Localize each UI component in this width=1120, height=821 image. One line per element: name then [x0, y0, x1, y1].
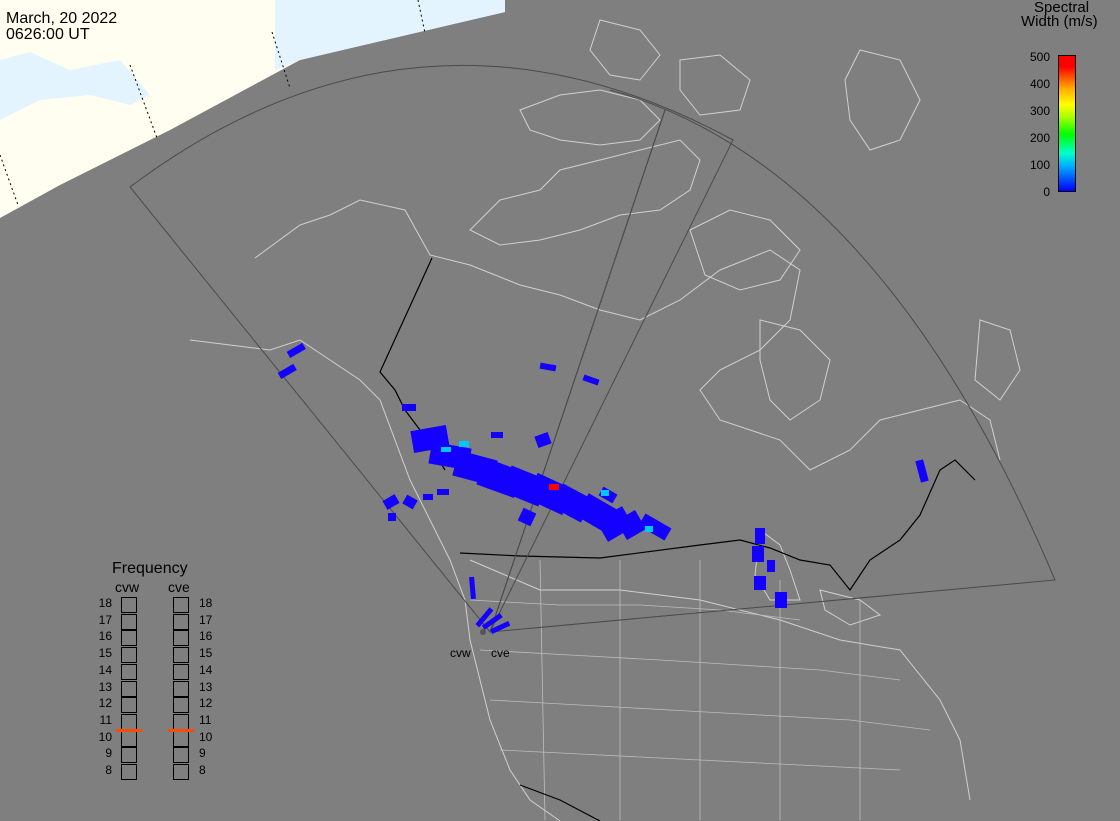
- frequency-scale-label: 8: [105, 763, 112, 777]
- frequency-box-cve: [173, 630, 189, 647]
- frequency-scale-label: 17: [199, 612, 213, 627]
- frequency-box-cve: [173, 663, 189, 680]
- frequency-radar-label-cvw: cvw: [115, 579, 140, 595]
- frequency-box-cvw: [121, 713, 137, 730]
- date-label: March, 20 2022: [6, 10, 118, 27]
- state-borders: [469, 559, 931, 821]
- frequency-box-cve: [173, 613, 189, 630]
- frequency-box-cvw: [121, 697, 137, 714]
- frequency-box-cve: [173, 764, 189, 780]
- frequency-box-cve: [173, 697, 189, 714]
- frequency-scale-label: 17: [98, 612, 112, 627]
- colorbar-tick-label: 500: [1029, 50, 1050, 64]
- time-label: 0626:00 UT: [6, 26, 90, 43]
- frequency-marker-cve: [168, 729, 194, 733]
- frequency-box-cve: [173, 597, 189, 613]
- colorbar-tick-label: 300: [1029, 104, 1050, 118]
- frequency-title: Frequency: [112, 560, 188, 577]
- national-borders: [379, 257, 976, 821]
- frequency-scale-label: 16: [98, 629, 112, 644]
- frequency-box-cve: [173, 647, 189, 664]
- frequency-box-cvw: [121, 613, 137, 630]
- frequency-box-cvw: [121, 647, 137, 664]
- frequency-scale-label: 11: [199, 712, 212, 727]
- frequency-scale-label: 9: [199, 746, 206, 761]
- frequency-box-cve: [173, 680, 189, 697]
- map-canvas: [0, 0, 1056, 821]
- frequency-scale-label: 10: [98, 729, 112, 744]
- radar-site-label-cvw: cvw: [450, 646, 471, 660]
- frequency-scale-label: 14: [199, 662, 213, 677]
- frequency-box-cve: [173, 713, 189, 730]
- frequency-box-cve: [173, 747, 189, 764]
- frequency-box-cve: [173, 730, 189, 747]
- frequency-box-cvw: [121, 597, 137, 613]
- frequency-scale-label: 15: [98, 646, 112, 661]
- frequency-scale-label: 18: [199, 596, 213, 610]
- radar-fov: [129, 64, 1056, 633]
- colorbar-tick-label: 400: [1029, 77, 1050, 91]
- colorbar-tick-label: 200: [1029, 131, 1050, 145]
- radar-map-view: March, 20 2022 0626:00 UT Spectral Width…: [0, 0, 1120, 821]
- frequency-scale-label: 13: [199, 679, 213, 694]
- frequency-scale-label: 8: [199, 763, 206, 777]
- colorbar: [1058, 55, 1076, 192]
- colorbar-tick-label: 100: [1029, 158, 1050, 172]
- frequency-scale-label: 11: [99, 712, 112, 727]
- frequency-scale-label: 13: [98, 679, 112, 694]
- frequency-box-cvw: [121, 730, 137, 747]
- frequency-box-cvw: [121, 680, 137, 697]
- frequency-scale-label: 12: [98, 696, 112, 711]
- frequency-box-cvw: [121, 764, 137, 780]
- frequency-box-cvw: [121, 747, 137, 764]
- frequency-marker-cvw: [116, 729, 142, 733]
- frequency-scale-label: 12: [199, 696, 213, 711]
- frequency-box-cvw: [121, 663, 137, 680]
- colorbar-title-line2: Width (m/s): [1021, 13, 1098, 30]
- colorbar-tick-label: 0: [1043, 185, 1050, 199]
- radar-site-label-cve: cve: [491, 646, 510, 660]
- frequency-scale-label: 10: [199, 729, 213, 744]
- frequency-scale-label: 18: [98, 596, 112, 610]
- radar-site-marker: [480, 629, 486, 635]
- frequency-radar-label-cve: cve: [168, 579, 190, 595]
- frequency-scale-label: 14: [98, 662, 112, 677]
- frequency-scale-label: 16: [199, 629, 213, 644]
- frequency-box-cvw: [121, 630, 137, 647]
- frequency-scale-label: 9: [105, 746, 112, 761]
- frequency-scale-label: 15: [199, 646, 213, 661]
- coastlines: [189, 19, 1021, 821]
